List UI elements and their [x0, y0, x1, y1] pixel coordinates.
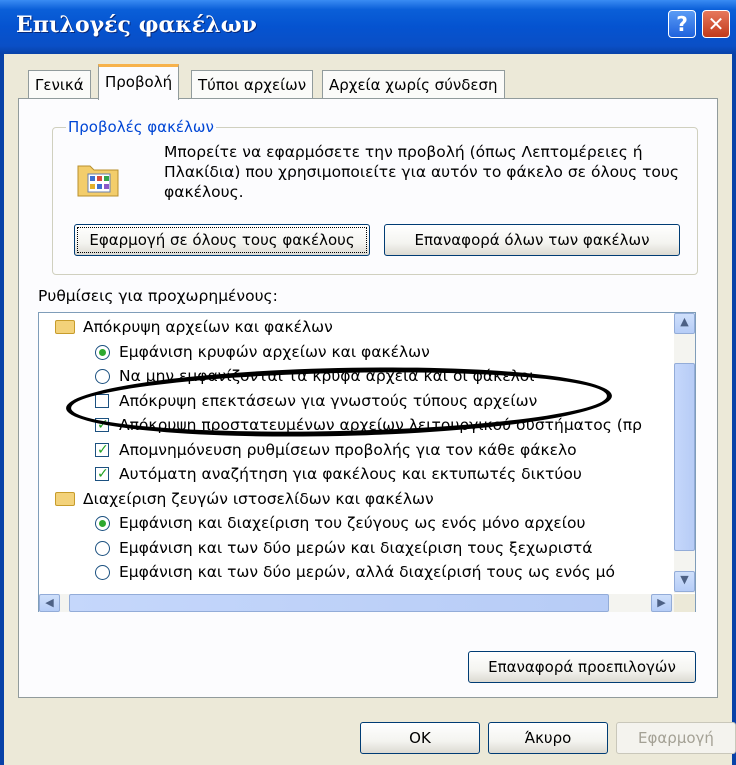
advanced-setting-label: Απόκρυψη επεκτάσεων για γνωστούς τύπους … [119, 391, 538, 410]
scroll-up-button[interactable]: ▲ [674, 313, 695, 334]
folder-view-icon [77, 165, 119, 197]
ok-button[interactable]: OK [360, 722, 480, 754]
checkbox[interactable] [95, 438, 109, 462]
help-button[interactable]: ? [668, 10, 696, 38]
vertical-scrollbar[interactable]: ▲ ▼ [674, 313, 695, 593]
tab-offline-files[interactable]: Αρχεία χωρίς σύνδεση [322, 70, 505, 98]
folder-icon [55, 491, 75, 506]
window-frame-left [0, 54, 4, 765]
vertical-scroll-thumb[interactable] [674, 363, 695, 551]
radio-button[interactable] [95, 540, 110, 556]
advanced-setting-label: Απόκρυψη προστατευμένων αρχείων λειτουργ… [119, 416, 642, 434]
advanced-setting-label: Απόκρυψη αρχείων και φακέλων [83, 318, 333, 336]
reset-all-folders-button[interactable]: Επαναφορά όλων των φακέλων [384, 224, 680, 256]
restore-defaults-button[interactable]: Επαναφορά προεπιλογών [468, 651, 696, 683]
checkbox[interactable] [95, 413, 109, 437]
tab-general[interactable]: Γενικά [28, 70, 91, 98]
folder-views-description: Μπορείτε να εφαρμόσετε την προβολή (όπως… [164, 143, 679, 201]
scroll-right-button[interactable]: ▶ [651, 594, 672, 612]
title-bar[interactable]: Επιλογές φακέλων ? ✕ [0, 0, 736, 54]
tab-file-types[interactable]: Τύποι αρχείων [191, 70, 314, 98]
radio-button[interactable] [95, 565, 110, 580]
cancel-button[interactable]: Άκυρο [488, 722, 608, 754]
window-frame-right [732, 54, 736, 765]
window-title: Επιλογές φακέλων [16, 12, 257, 38]
advanced-settings-label: Ρυθμίσεις για προχωρημένους: [38, 287, 278, 305]
advanced-setting-label: Εμφάνιση και των δύο μερών, αλλά διαχείρ… [119, 563, 616, 581]
advanced-setting-label: Διαχείριση ζευγών ιστοσελίδων και φακέλω… [83, 489, 434, 508]
advanced-setting-label: Αυτόματη αναζήτηση για φακέλους και εκτυ… [119, 465, 582, 483]
scroll-corner [674, 594, 695, 612]
scroll-down-button[interactable]: ▼ [674, 571, 695, 592]
advanced-setting-label: Να μην εμφανίζονται τα κρυφά αρχεία και … [119, 367, 535, 385]
advanced-setting-label: Εμφάνιση κρυφών αρχείων και φακέλων [119, 342, 430, 361]
advanced-setting-label: Εμφάνιση και διαχείριση του ζεύγους ως ε… [119, 514, 586, 532]
scroll-left-button[interactable]: ◀ [39, 594, 60, 612]
folder-views-group-label: Προβολές φακέλων [66, 118, 216, 136]
apply-to-all-folders-button[interactable]: Εφαρμογή σε όλους τους φακέλους [74, 224, 370, 256]
horizontal-scrollbar[interactable]: ◀ ▶ [39, 594, 674, 612]
folder-icon [55, 320, 75, 334]
apply-button[interactable]: Εφαρμογή [616, 722, 736, 754]
radio-button[interactable] [95, 369, 110, 384]
advanced-settings-list[interactable]: Απόκρυψη αρχείων και φακέλων Εμφάνιση κρυ… [38, 312, 696, 612]
folder-options-window: Επιλογές φακέλων ? ✕ Γενικά Προβολή Τύπο… [0, 0, 736, 765]
radio-button[interactable] [95, 516, 110, 531]
advanced-setting-label: Εμφάνιση και των δύο μερών και διαχείρισ… [119, 538, 593, 557]
advanced-setting-label: Απομνημόνευση ρυθμίσεων προβολής για τον… [119, 440, 577, 459]
close-button[interactable]: ✕ [702, 10, 730, 38]
radio-button[interactable] [95, 344, 110, 360]
tab-view[interactable]: Προβολή [98, 64, 180, 100]
horizontal-scroll-thumb[interactable] [69, 594, 609, 612]
checkbox[interactable] [95, 393, 109, 408]
checkbox[interactable] [95, 462, 109, 486]
